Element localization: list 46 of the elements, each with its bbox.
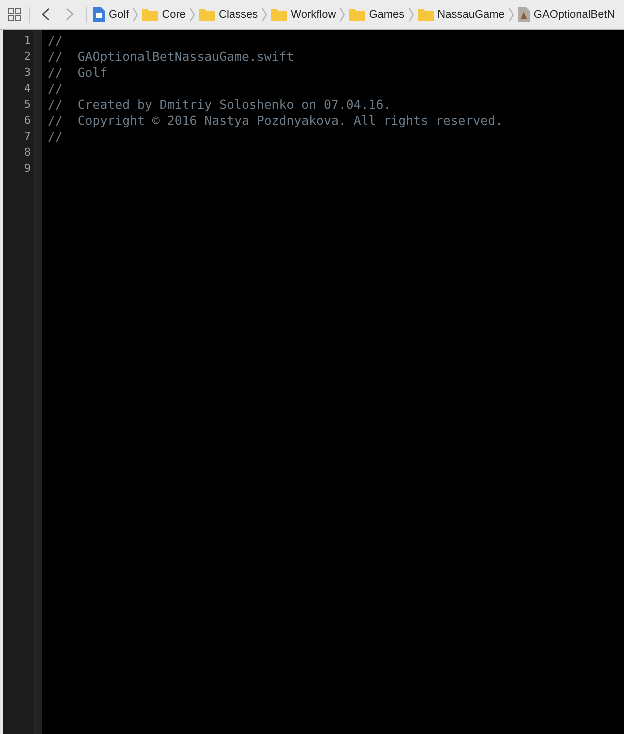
breadcrumb-label: NassauGame xyxy=(438,8,505,20)
document-icon xyxy=(93,7,105,22)
code-line: // xyxy=(48,81,64,97)
code-editor[interactable]: // // GAOptionalBetNassauGame.swift // Golf // // Created by Dmitriy Soloshenko on 07.04.16. // Copyright © 2016 Nastya Pozdnyakova. All rights reserved. // xyxy=(42,30,624,734)
breadcrumb-label: GAOptionalBetN xyxy=(534,8,616,20)
code-line: // GAOptionalBetNassauGame.swift xyxy=(48,49,296,65)
folder-icon xyxy=(142,8,158,21)
line-number: 4 xyxy=(23,81,32,97)
line-number: 3 xyxy=(23,65,32,81)
breadcrumb-label: Core xyxy=(162,8,186,20)
line-number: 2 xyxy=(23,49,32,65)
breadcrumb-item[interactable]: Classes xyxy=(197,8,260,21)
file-icon xyxy=(518,7,530,22)
chevron-icon xyxy=(190,8,196,22)
chevron-icon xyxy=(340,8,346,22)
folder-icon xyxy=(418,8,434,21)
code-line: // Golf xyxy=(48,65,109,81)
grid-icon[interactable] xyxy=(8,8,21,21)
line-number: 7 xyxy=(23,129,32,145)
line-number: 5 xyxy=(23,97,32,113)
code-line: // Copyright © 2016 Nastya Pozdnyakova. All rights reserved. xyxy=(48,113,504,129)
line-number: 9 xyxy=(23,161,32,177)
chevron-icon xyxy=(408,8,414,22)
chevron-icon xyxy=(133,8,138,22)
folder-icon xyxy=(271,8,288,21)
breadcrumb-item[interactable]: Core xyxy=(140,8,188,21)
folder-icon xyxy=(349,8,366,21)
breadcrumb-label: Workflow xyxy=(291,8,336,20)
code-line: // Created by Dmitriy Soloshenko on 07.04.16. xyxy=(48,97,392,113)
breadcrumb-item[interactable]: Golf xyxy=(91,7,132,22)
breadcrumb-label: Golf xyxy=(109,8,130,20)
breadcrumb-item[interactable]: Workflow xyxy=(269,8,338,21)
breadcrumb-label: Games xyxy=(369,8,405,20)
line-number: 1 xyxy=(23,33,32,49)
code-line: // xyxy=(48,33,64,49)
chevron-icon xyxy=(262,8,268,22)
code-line: // xyxy=(48,129,64,145)
line-number: 8 xyxy=(23,145,32,161)
breadcrumb-label: Classes xyxy=(219,8,258,20)
breadcrumb-item[interactable]: NassauGame xyxy=(416,8,507,21)
back-icon[interactable] xyxy=(42,8,50,21)
breadcrumb-item[interactable]: GAOptionalBetN xyxy=(516,7,618,22)
folder-icon xyxy=(199,8,216,21)
chevron-icon xyxy=(508,8,514,22)
line-number: 6 xyxy=(23,113,32,129)
breadcrumb-item[interactable]: Games xyxy=(347,8,407,21)
